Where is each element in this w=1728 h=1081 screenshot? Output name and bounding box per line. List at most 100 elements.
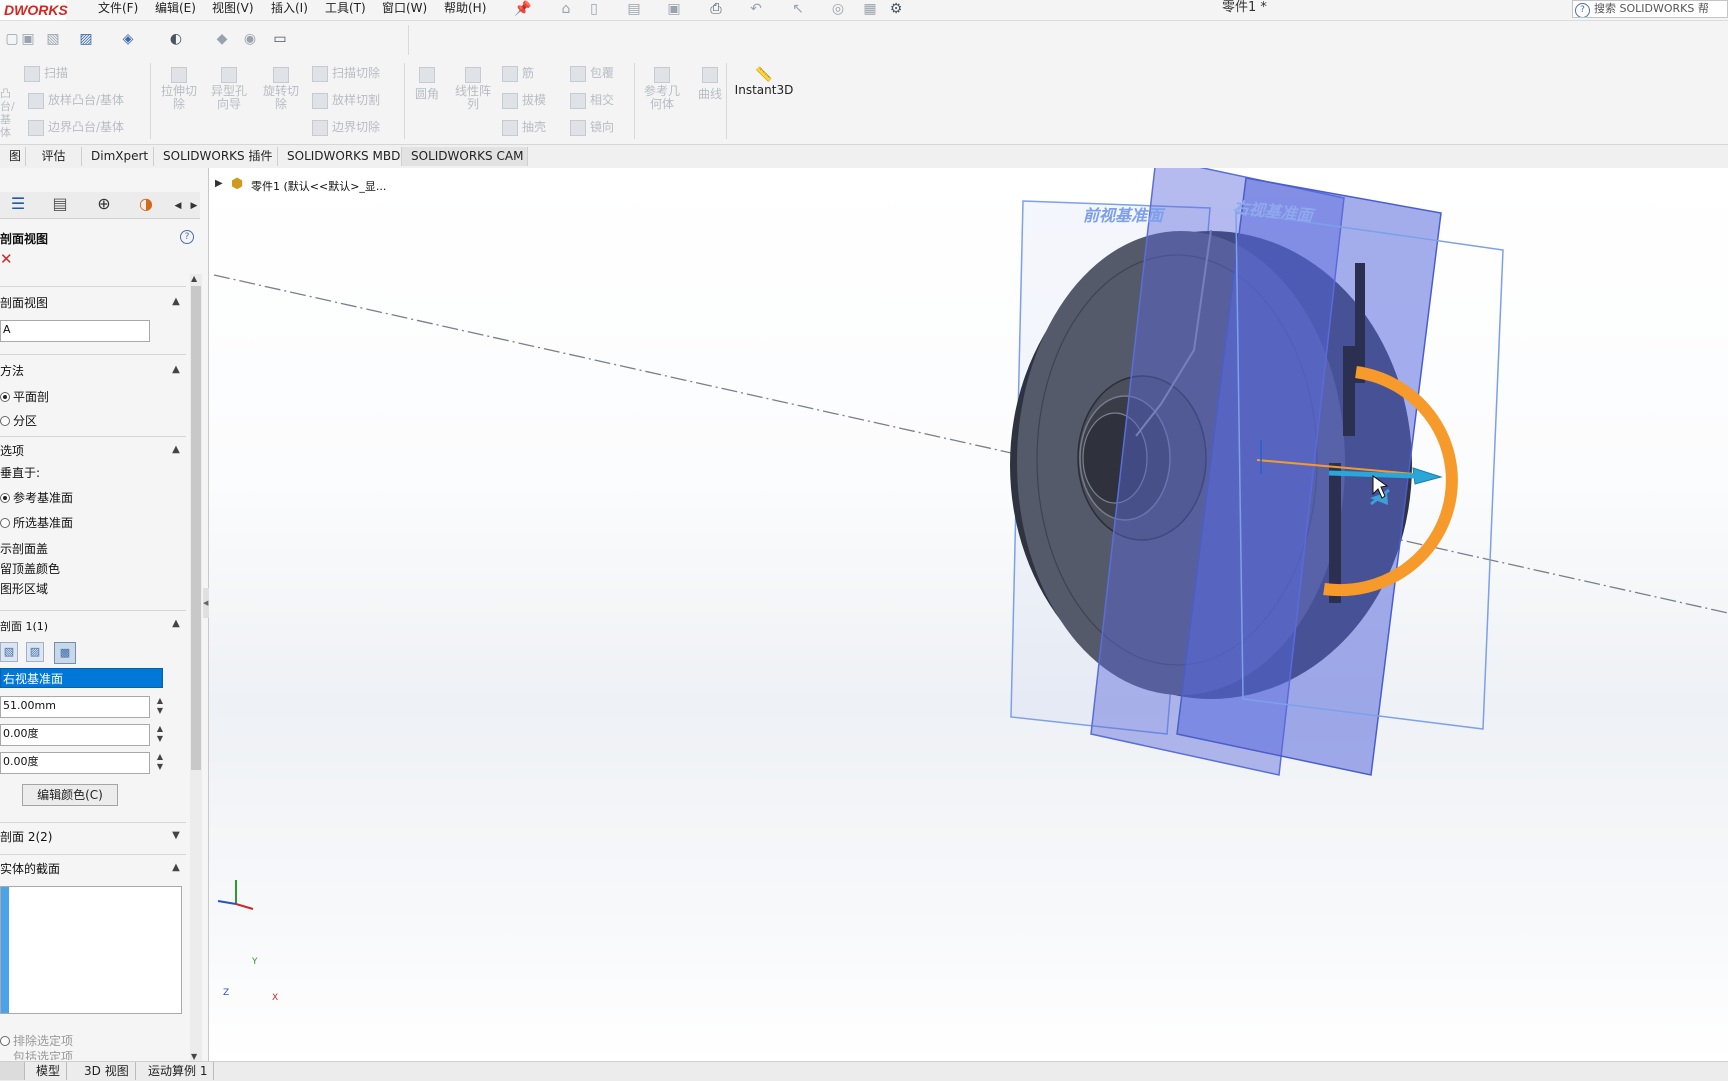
menu-edit[interactable]: 编辑(E)	[155, 0, 196, 20]
display-style-icon[interactable]: ◐	[168, 31, 184, 47]
tab-solidworks-addins[interactable]: SOLIDWORKS 插件	[154, 147, 278, 166]
translate-arrow[interactable]	[1412, 467, 1443, 485]
menu-view[interactable]: 视图(V)	[212, 0, 254, 20]
section-name-input[interactable]: A	[0, 320, 150, 342]
tab-dimxpert[interactable]: DimXpert	[82, 147, 154, 166]
zoom-fit-icon[interactable]: ▢	[4, 31, 20, 47]
exclude-selected-radio[interactable]	[0, 1036, 10, 1046]
view-orientation-icon[interactable]: ◈	[120, 31, 136, 47]
tab-solidworks-mbd[interactable]: SOLIDWORKS MBD	[278, 147, 402, 166]
zoom-area-icon[interactable]: ▣	[20, 31, 36, 47]
boss-extrude-label[interactable]: 凸台/基体	[0, 87, 20, 139]
collapse-chevron-icon[interactable]: ▲	[170, 364, 182, 376]
model-scene[interactable]	[209, 168, 1728, 1061]
tab-evaluate[interactable]: 评估	[26, 147, 82, 166]
intersect-button[interactable]: 相交	[570, 91, 614, 109]
open-icon[interactable]: ▤	[626, 1, 642, 17]
display-manager-tab-icon[interactable]: ◑	[138, 196, 154, 212]
bodies-section-header[interactable]: 实体的截面	[0, 860, 60, 877]
scroll-up-icon[interactable]: ▲	[191, 274, 197, 283]
collapse-chevron-icon[interactable]: ▲	[170, 444, 182, 456]
keep-cap-color-checkbox[interactable]: 留顶盖颜色	[0, 560, 60, 577]
hide-show-icon[interactable]: ◆	[214, 31, 230, 47]
scroll-down-icon[interactable]: ▼	[191, 1052, 197, 1061]
scrollbar-thumb[interactable]	[191, 286, 201, 770]
new-document-icon[interactable]: ▯	[586, 1, 602, 17]
boundary-boss-button[interactable]: 边界凸台/基体	[28, 118, 124, 136]
graphics-area-checkbox[interactable]: 图形区域	[0, 580, 48, 597]
extrude-cut-button[interactable]: 拉伸切除	[158, 67, 200, 111]
file-properties-icon[interactable]: ▦	[862, 1, 878, 17]
menu-window[interactable]: 窗口(W)	[382, 0, 427, 20]
tab-motion-study[interactable]: 运动算例 1	[142, 1062, 215, 1080]
options-header[interactable]: 选项	[0, 442, 24, 459]
appearance-icon[interactable]: ◉	[242, 31, 258, 47]
menu-insert[interactable]: 插入(I)	[271, 0, 308, 20]
menu-tools[interactable]: 工具(T)	[325, 0, 366, 20]
home-icon[interactable]: ⌂	[558, 1, 574, 17]
panel-scroll-left-icon[interactable]: ◀	[170, 198, 186, 214]
panel-scrollbar[interactable]: ▲ ▼	[190, 274, 202, 1064]
method-zonal-radio[interactable]	[0, 416, 10, 426]
selected-plane-field[interactable]: 右视基准面	[0, 668, 163, 688]
tab-model[interactable]: 模型	[30, 1062, 68, 1080]
rib-button[interactable]: 筋	[502, 64, 534, 82]
section-view-icon[interactable]: ▨	[78, 31, 94, 47]
wrap-button[interactable]: 包覆	[570, 64, 614, 82]
property-manager-tab-icon[interactable]: ▤	[52, 196, 68, 212]
select-arrow-icon[interactable]: ↖	[790, 1, 806, 17]
save-icon[interactable]: ▣	[666, 1, 682, 17]
reference-plane-radio[interactable]	[0, 493, 10, 503]
sweep-button[interactable]: 扫描	[24, 64, 68, 82]
fillet-button[interactable]: 圆角	[412, 67, 442, 102]
feature-tree-tab-icon[interactable]: ☰	[10, 196, 26, 212]
graphics-viewport[interactable]: ▶ ⬢ 零件1 (默认<<默认>_显... 前视基准面 右视基准面 Y Z X	[209, 168, 1728, 1061]
top-plane-button[interactable]: ▨	[26, 642, 44, 662]
hole-wizard-button[interactable]: 异型孔向导	[208, 67, 250, 111]
reference-geometry-button[interactable]: 参考几何体	[640, 67, 684, 111]
print-icon[interactable]: ⎙	[708, 1, 724, 17]
selected-plane-radio[interactable]	[0, 518, 10, 528]
show-section-cap-checkbox[interactable]: 示剖面盖	[0, 540, 48, 557]
y-rotation-input[interactable]: 0.00度	[0, 752, 150, 774]
collapse-chevron-icon[interactable]: ▲	[170, 862, 182, 874]
collapse-chevron-icon[interactable]: ▲	[170, 296, 182, 308]
instant3d-button[interactable]: 📏 Instant3D	[734, 67, 794, 97]
mirror-button[interactable]: 镜向	[570, 118, 614, 136]
cancel-x-icon[interactable]: ✕	[0, 252, 13, 267]
panel-scroll-right-icon[interactable]: ▶	[186, 198, 202, 214]
menu-file[interactable]: 文件(F)	[98, 0, 138, 20]
loft-boss-button[interactable]: 放样凸台/基体	[28, 91, 124, 109]
boundary-cut-button[interactable]: 边界切除	[312, 118, 380, 136]
solidworks-logo[interactable]: DWORKS	[0, 0, 68, 20]
monitor-icon[interactable]: ▭	[272, 31, 288, 47]
tab-sketch[interactable]: 图	[0, 147, 26, 166]
lofted-cut-button[interactable]: 放样切割	[312, 91, 380, 109]
help-icon[interactable]: ?	[180, 230, 194, 244]
status-tab-scroll[interactable]	[0, 1062, 25, 1080]
swept-cut-button[interactable]: 扫描切除	[312, 64, 380, 82]
y-rotation-spinner-icon[interactable]: ▲ ▼	[155, 752, 165, 774]
translate-arrow-shaft[interactable]	[1328, 470, 1416, 479]
offset-distance-input[interactable]: 51.00mm	[0, 696, 150, 718]
method-header[interactable]: 方法	[0, 362, 24, 379]
draft-button[interactable]: 拔模	[502, 91, 546, 109]
tab-solidworks-cam[interactable]: SOLIDWORKS CAM	[402, 147, 528, 166]
method-planar-radio[interactable]	[0, 392, 10, 402]
configuration-tab-icon[interactable]: ⊕	[96, 196, 112, 212]
linear-pattern-button[interactable]: 线性阵列	[452, 67, 494, 111]
x-rotation-input[interactable]: 0.00度	[0, 724, 150, 746]
pin-icon[interactable]: 📌	[514, 1, 531, 17]
search-input[interactable]: ? 搜索 SOLIDWORKS 帮	[1572, 0, 1728, 18]
menu-help[interactable]: 帮助(H)	[444, 0, 486, 20]
section1-header[interactable]: 剖面 1(1)	[0, 618, 48, 634]
expand-chevron-icon[interactable]: ▼	[170, 830, 182, 842]
shell-button[interactable]: 抽壳	[502, 118, 546, 136]
section2-header[interactable]: 剖面 2(2)	[0, 828, 52, 845]
section-view-header[interactable]: 剖面视图	[0, 294, 48, 311]
front-plane-button[interactable]: ▧	[0, 642, 18, 662]
options-gear-icon[interactable]: ⚙	[888, 1, 904, 17]
offset-spinner-icon[interactable]: ▲ ▼	[155, 696, 165, 718]
edit-color-button[interactable]: 编辑颜色(C)	[22, 784, 118, 806]
tab-3d-views[interactable]: 3D 视图	[78, 1062, 136, 1080]
